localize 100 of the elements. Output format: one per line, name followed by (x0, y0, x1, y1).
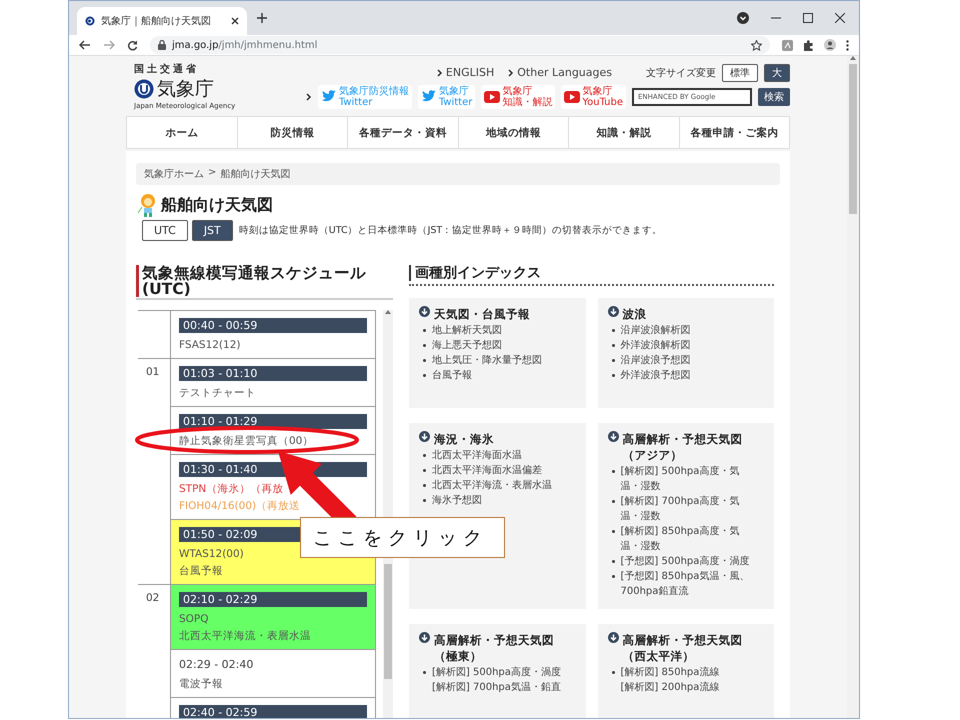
bullet-icon (612, 374, 614, 377)
play-icon (564, 90, 580, 102)
extension-icon[interactable] (782, 40, 793, 50)
language-link[interactable]: ENGLISH (436, 66, 494, 79)
schedule-entry[interactable]: 00:40 - 00:59 FSAS12(12) (171, 311, 375, 358)
breadcrumb-link[interactable]: 気象庁ホーム (144, 167, 204, 181)
address-bar[interactable]: jma.go.jp/jmh/jmhmenu.html (150, 36, 770, 54)
index-link[interactable]: 北西太平洋海面水温 (432, 448, 522, 463)
bullet-icon (423, 344, 426, 347)
index-link[interactable]: 外洋波浪解析図 (620, 338, 690, 353)
index-link[interactable]: 地上気圧・降水量予想図 (432, 353, 542, 368)
plus-icon[interactable] (257, 13, 267, 23)
ministry-name: 国土交通省 (134, 62, 200, 76)
breadcrumb-separator: > (208, 167, 216, 180)
card-title[interactable]: 高層解析・予想天気図 （極東） (434, 632, 554, 664)
dropdown-icon[interactable] (737, 12, 749, 24)
nav-item[interactable]: 防災情報 (236, 117, 347, 148)
bullet-icon (612, 329, 614, 332)
scrollbar-thumb[interactable] (849, 64, 857, 214)
card-title[interactable]: 高層解析・予想天気図 （西太平洋） (622, 632, 742, 664)
back-icon[interactable] (79, 40, 91, 50)
index-link[interactable]: 北西太平洋海面水温偏差 (432, 463, 542, 478)
card-title[interactable]: 波浪 (622, 306, 646, 322)
section-heading: 気象無線模写通報スケジュール (UTC) (136, 265, 393, 297)
index-link[interactable]: [予想図] 850hpa気温・風、 700hpa鉛直流 (620, 569, 750, 599)
nav-item[interactable]: ホーム (127, 117, 236, 148)
index-link[interactable]: [解析図] 850hpa高度・気 温・湿数 (620, 524, 740, 554)
time-range-bar: 02:40 - 02:59 (179, 705, 367, 718)
nav-item[interactable]: 地域の情報 (458, 117, 568, 148)
time-range: 02:29 - 02:40 (179, 657, 254, 672)
card-title[interactable]: 高層解析・予想天気図 （アジア） (622, 431, 742, 463)
section-heading: 画種別インデックス (409, 265, 774, 281)
down-arrow-circle-icon (608, 632, 618, 643)
index-link[interactable]: 沿岸波浪予想図 (620, 353, 690, 368)
schedule-entry[interactable]: 01:10 - 01:29 静止気象衛星雲写真（00） (171, 406, 375, 454)
star-icon[interactable] (751, 40, 762, 50)
search-button[interactable]: 検索 (758, 88, 790, 106)
nav-item[interactable]: 各種データ・資料 (347, 117, 458, 148)
schedule-entry[interactable]: 02:40 - 02:59 (171, 697, 375, 718)
avatar-icon[interactable] (824, 39, 836, 51)
language-link[interactable]: Other Languages (508, 66, 612, 79)
card-title[interactable]: 海況・海氷 (434, 431, 494, 447)
nav-item[interactable]: 各種申請・ご案内 (678, 117, 789, 148)
scrollbar-thumb[interactable] (384, 564, 392, 679)
schedule-text: FSAS12(12) (179, 338, 240, 353)
index-link[interactable]: 北西太平洋海流・表層水温 (432, 478, 552, 493)
schedule-entry[interactable]: 02:29 - 02:40 電波予報 (171, 649, 375, 697)
mascot-drawing (136, 193, 158, 217)
close-icon[interactable] (835, 13, 845, 23)
hour-label: 01 (146, 366, 160, 378)
bullet-icon (423, 454, 426, 457)
menu-icon[interactable] (846, 40, 849, 50)
close-icon[interactable] (231, 17, 239, 25)
bullet-icon (612, 530, 614, 533)
agency-name[interactable]: 気象庁 (157, 76, 214, 102)
callout-tooltip: ここをクリック (300, 517, 505, 558)
maximize-icon[interactable] (803, 13, 813, 23)
reload-icon[interactable] (127, 40, 138, 50)
browser-tab[interactable]: 気象庁｜船舶向け天気図 (77, 7, 247, 35)
chevron-icon (306, 92, 312, 100)
page-scrollbar[interactable] (847, 56, 859, 718)
index-link[interactable]: 外洋波浪予想図 (620, 368, 690, 383)
chevron-icon (508, 68, 514, 76)
index-link[interactable]: 海氷予想図 (432, 493, 482, 508)
highlighted-entry[interactable]: 02:10 - 02:29 SOPQ 北西太平洋海流・表層水温 (171, 585, 375, 649)
social-link[interactable]: 気象庁 YouTube (561, 84, 626, 108)
index-link[interactable]: [解析図] 850hpa流線 [解析図] 200hpa流線 (620, 665, 720, 695)
index-link[interactable]: [解析図] 500hpa高度・渦度 [解析図] 700hpa気温・鉛直 (432, 665, 561, 695)
schedule-text: 静止気象衛星雲写真（00） (179, 434, 314, 449)
font-size-button[interactable]: 標準 (722, 64, 758, 82)
bullet-icon (423, 469, 426, 472)
page-title: 船舶向け天気図 (161, 194, 273, 216)
down-arrow-circle-icon (419, 306, 430, 317)
bullet-icon (612, 575, 614, 578)
chevron-icon (436, 68, 443, 76)
puzzle-icon[interactable] (803, 40, 814, 50)
lock-icon (158, 40, 166, 50)
play-icon (484, 90, 500, 102)
bullet-icon (612, 560, 614, 563)
time-toggle-button[interactable]: UTC (142, 220, 188, 241)
nav-item[interactable]: 知識・解説 (568, 117, 678, 148)
schedule-text: テストチャート (179, 386, 256, 401)
bullet-icon (612, 470, 614, 473)
index-link[interactable]: 地上解析天気図 (432, 323, 502, 338)
time-toggle-button[interactable]: JST (192, 220, 233, 241)
index-link[interactable]: 台風予報 (432, 368, 472, 383)
time-range-bar: 00:40 - 00:59 (179, 318, 367, 333)
social-link[interactable]: 気象庁 知識・解説 (481, 84, 556, 108)
index-link[interactable]: [解析図] 700hpa高度・気 温・湿数 (620, 494, 740, 524)
index-link[interactable]: [予想図] 500hpa高度・渦度 (620, 554, 750, 569)
index-link[interactable]: [解析図] 500hpa高度・気 温・湿数 (620, 464, 740, 494)
breadcrumb-link[interactable]: 船舶向け天気図 (220, 167, 290, 181)
index-link[interactable]: 海上悪天予想図 (432, 338, 502, 353)
index-link[interactable]: 沿岸波浪解析図 (620, 323, 690, 338)
card-title[interactable]: 天気図・台風予報 (434, 306, 530, 322)
bird-icon (420, 90, 437, 103)
font-size-button[interactable]: 大 (764, 64, 790, 82)
schedule-entry[interactable]: 01:03 - 01:10 テストチャート (171, 359, 375, 406)
bullet-icon (423, 374, 426, 377)
scroll-up-icon (850, 56, 856, 60)
